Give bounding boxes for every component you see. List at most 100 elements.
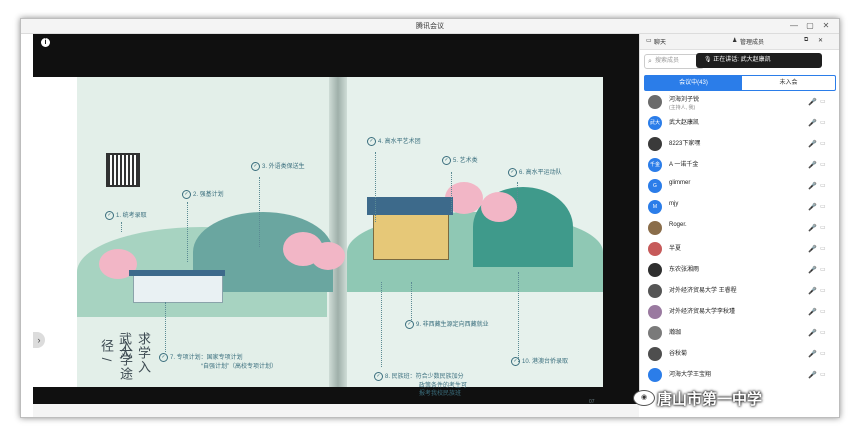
maximize-button[interactable]: ▢ — [803, 20, 817, 32]
avatar: G — [648, 179, 662, 193]
participant-row[interactable]: 谷秋菊 🎤 ▭ — [640, 344, 839, 365]
participant-list: 河海刘子锐 (主持人, 我) 🎤 ▭ 武大 武大赵康凯 🎤 ▭ 8223下家嘿 🎤 ▭ 千金 A 一诺千… — [640, 92, 839, 386]
participant-name: 8223下家嘿 — [669, 141, 701, 147]
connector-line — [381, 282, 382, 367]
popout-icon[interactable]: ⧉ — [804, 37, 808, 44]
gate-roof — [129, 270, 225, 276]
mic-muted-icon[interactable]: 🎤 — [808, 350, 817, 358]
participant-row[interactable]: 半夏 🎤 ▭ — [640, 239, 839, 260]
member-search-input[interactable]: ⌕ 搜索成员 — [644, 54, 704, 69]
avatar — [648, 368, 662, 382]
tab-in-meeting[interactable]: 会议中(43) — [645, 76, 742, 90]
participant-row[interactable]: 瀚珈 🎤 ▭ — [640, 323, 839, 344]
mic-muted-icon[interactable]: 🎤 — [808, 287, 817, 295]
camera-off-icon[interactable]: ▭ — [820, 308, 826, 315]
camera-off-icon[interactable]: ▭ — [820, 329, 826, 336]
participant-name: 武大赵康凯 — [669, 120, 700, 126]
main-roof — [367, 197, 453, 215]
check-icon: ✓ — [508, 167, 517, 177]
connector-line — [121, 222, 122, 232]
mic-muted-icon[interactable]: 🎤 — [808, 329, 817, 337]
check-icon: ✓ — [405, 319, 414, 329]
tab-chat[interactable]: 聊天 — [654, 37, 666, 46]
connector-line — [165, 302, 166, 352]
tab-manage-members[interactable]: 管理成员 — [740, 37, 764, 46]
camera-off-icon[interactable]: ▭ — [820, 266, 826, 273]
mic-muted-icon[interactable]: 🎤 — [808, 140, 817, 148]
search-placeholder: 搜索成员 — [655, 58, 680, 64]
avatar: 武大 — [648, 116, 662, 130]
participant-row[interactable]: 东农张湘雨 🎤 ▭ — [640, 260, 839, 281]
participant-row[interactable]: 对外经济贸易大学李秋瑾 🎤 ▭ — [640, 302, 839, 323]
step-8-detail: 报考我校民族班 — [419, 391, 462, 397]
camera-off-icon[interactable]: ▭ — [820, 371, 826, 378]
step-4: ✓ 4. 高水平艺术团 — [367, 136, 421, 146]
mic-muted-icon[interactable]: 🎤 — [808, 224, 817, 232]
step-7-detail: “自强计划”（高校专项计划） — [201, 364, 277, 370]
avatar — [648, 347, 662, 361]
step-10: ✓ 10. 港澳台侨录取 — [511, 356, 568, 366]
connector-line — [375, 152, 376, 222]
camera-off-icon[interactable]: ▭ — [820, 203, 826, 210]
avatar — [648, 95, 662, 109]
meeting-window: 腾讯会议 — ▢ ✕ i ✓ 1. 统考录取 ✓ 2. 强基计划 ✓ 3. 外语… — [20, 18, 840, 418]
participant-row[interactable]: 8223下家嘿 🎤 ▭ — [640, 134, 839, 155]
participant-row[interactable]: 河海刘子锐 (主持人, 我) 🎤 ▭ — [640, 92, 839, 113]
participant-name: 河海刘子锐 — [669, 97, 700, 103]
step-1: ✓ 1. 统考录取 — [105, 210, 147, 220]
member-panel: ▭ 聊天 ♟ 管理成员 ⧉ ✕ ⌕ 搜索成员 🎙 正在讲话: 武大赵康凯 会议中… — [639, 34, 839, 404]
search-icon: ⌕ — [648, 58, 652, 65]
qr-code — [106, 153, 140, 187]
camera-off-icon[interactable]: ▭ — [820, 182, 826, 189]
connector-line — [451, 172, 452, 212]
camera-off-icon[interactable]: ▭ — [820, 161, 826, 168]
close-panel-icon[interactable]: ✕ — [818, 37, 823, 44]
camera-off-icon[interactable]: ▭ — [820, 287, 826, 294]
participant-name: mjy — [669, 201, 679, 207]
info-icon[interactable]: i — [41, 38, 50, 47]
participant-name: glimmer — [669, 180, 691, 186]
mic-muted-icon[interactable]: 🎤 — [808, 245, 817, 253]
mic-muted-icon[interactable]: 🎤 — [808, 98, 817, 106]
camera-off-icon[interactable]: ▭ — [820, 98, 826, 105]
participant-row[interactable]: 千金 A 一诺千金 🎤 ▭ — [640, 155, 839, 176]
participant-name: 谷秋菊 — [669, 351, 688, 357]
mic-muted-icon[interactable]: 🎤 — [808, 371, 817, 379]
tab-not-joined[interactable]: 未入会 — [742, 76, 835, 90]
panel-tabs: ▭ 聊天 ♟ 管理成员 ⧉ ✕ — [640, 34, 839, 50]
mic-muted-icon[interactable]: 🎤 — [808, 161, 817, 169]
chat-icon: ▭ — [646, 38, 652, 44]
participant-row[interactable]: 对外经济贸易大学 王睿程 🎤 ▭ — [640, 281, 839, 302]
main-building — [373, 214, 449, 260]
participant-name: A 一诺千金 — [669, 162, 699, 168]
mic-muted-icon[interactable]: 🎤 — [808, 119, 817, 127]
step-5: ✓ 5. 艺术类 — [442, 155, 478, 165]
connector-line — [259, 177, 260, 247]
step-label: 2. 强基计划 — [193, 192, 224, 198]
avatar — [648, 305, 662, 319]
participant-row[interactable]: Gglimmer 🎤 ▭ — [640, 176, 839, 197]
mic-muted-icon[interactable]: 🎤 — [808, 308, 817, 316]
camera-off-icon[interactable]: ▭ — [820, 350, 826, 357]
step-6: ✓ 6. 高水平运动队 — [508, 167, 562, 177]
participant-row[interactable]: Mmjy 🎤 ▭ — [640, 197, 839, 218]
participant-row[interactable]: 武大 武大赵康凯 🎤 ▭ — [640, 113, 839, 134]
member-filter: 会议中(43) 未入会 — [644, 75, 836, 91]
participant-row[interactable]: 河海大学王宝翔 🎤 ▭ — [640, 365, 839, 386]
mic-muted-icon[interactable]: 🎤 — [808, 203, 817, 211]
camera-off-icon[interactable]: ▭ — [820, 119, 826, 126]
minimize-button[interactable]: — — [787, 20, 801, 32]
mic-muted-icon[interactable]: 🎤 — [808, 266, 817, 274]
camera-off-icon[interactable]: ▭ — [820, 245, 826, 252]
avatar — [648, 137, 662, 151]
mic-muted-icon[interactable]: 🎤 — [808, 182, 817, 190]
participant-row[interactable]: Roger. 🎤 ▭ — [640, 218, 839, 239]
check-icon: ✓ — [511, 356, 520, 366]
close-button[interactable]: ✕ — [819, 20, 833, 32]
camera-off-icon[interactable]: ▭ — [820, 224, 826, 231]
camera-off-icon[interactable]: ▭ — [820, 140, 826, 147]
mic-icon: 🎙 — [704, 57, 712, 63]
step-9: ✓ 9. 非西藏生源定向西藏就业 — [405, 319, 489, 329]
connector-line — [411, 282, 412, 322]
participant-role: (主持人, 我) — [669, 105, 696, 111]
